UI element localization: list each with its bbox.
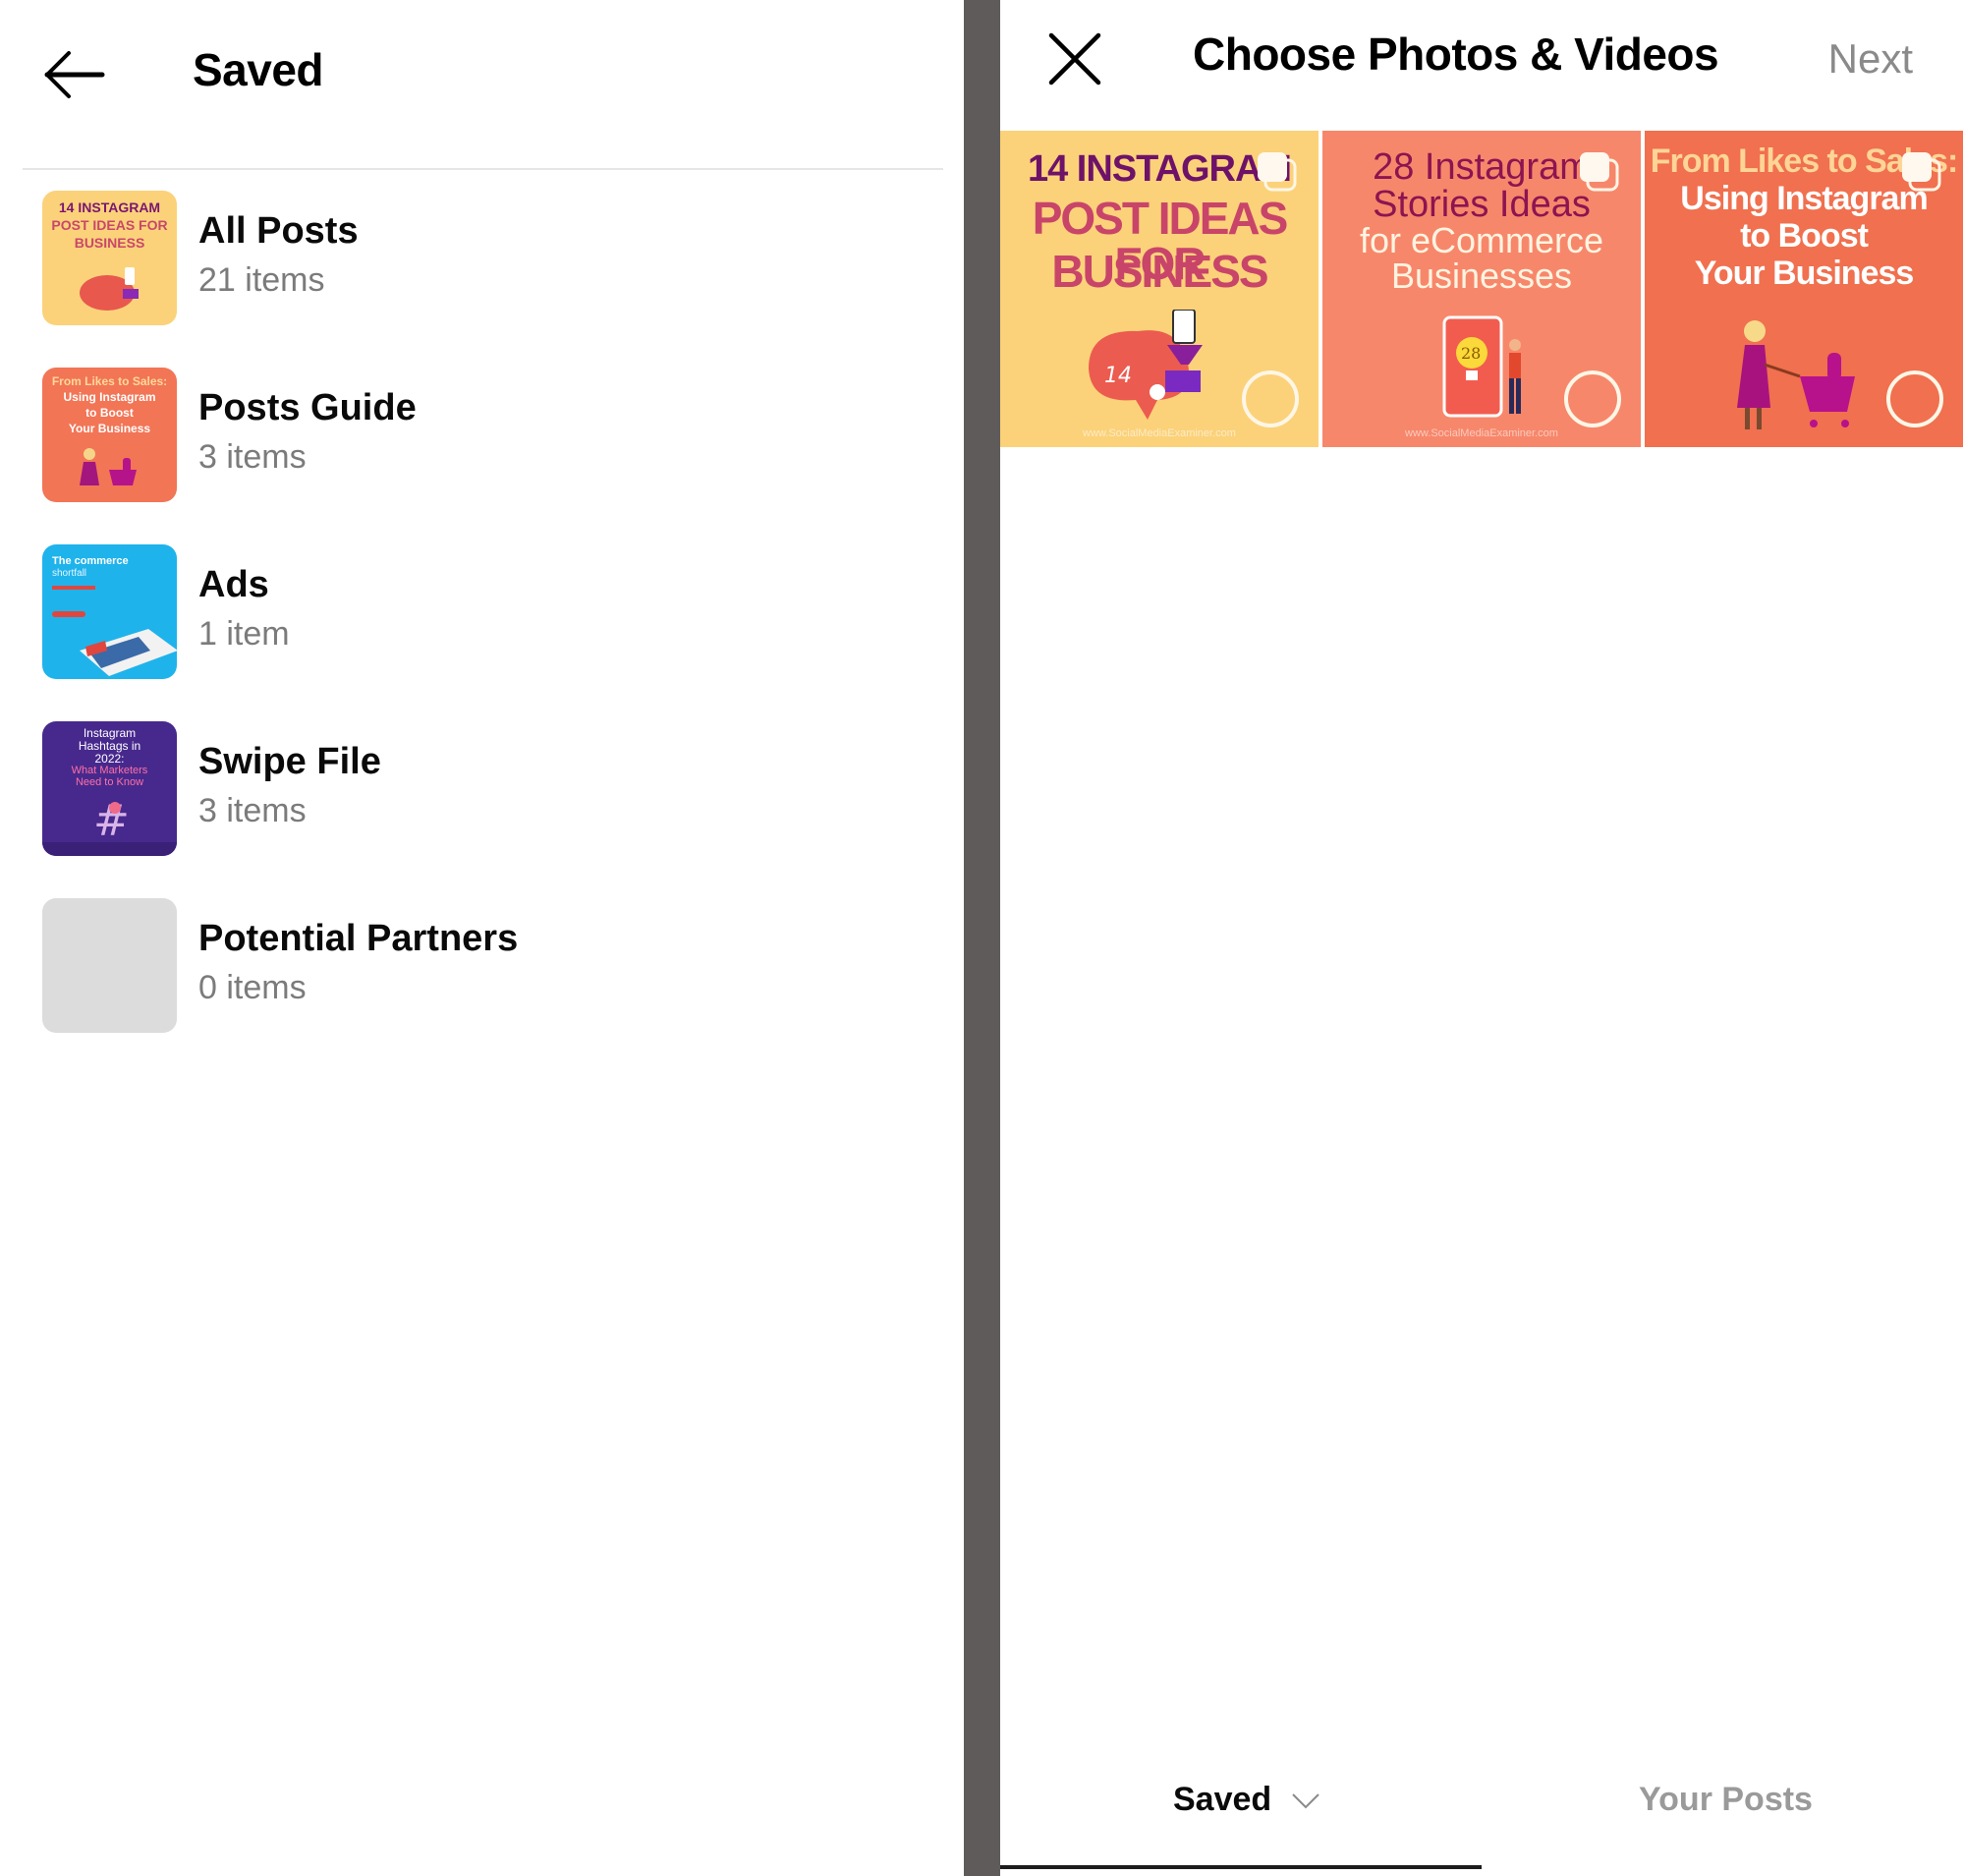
- thumb-line: Using Instagram: [63, 390, 156, 404]
- collection-count: 0 items: [198, 969, 307, 1006]
- thumb-line: 2022:: [94, 752, 125, 766]
- thumb-line: 14 INSTAGRAM: [58, 199, 161, 215]
- tile-title-line: for eCommerce: [1359, 220, 1604, 260]
- thumb-line: Your Business: [68, 422, 151, 435]
- source-tabs: Saved Your Posts: [1000, 1759, 1964, 1876]
- media-tile[interactable]: 28 Instagram Stories Ideas for eCommerce…: [1322, 131, 1641, 447]
- tile-title-line: Businesses: [1390, 256, 1573, 296]
- tab-your-posts[interactable]: Your Posts: [1639, 1781, 1813, 1819]
- tile-title-line: BUSINESS: [1051, 246, 1268, 297]
- report-illustration: [80, 629, 177, 676]
- collection-count: 1 item: [198, 615, 290, 653]
- collection-thumbnail: From Likes to Sales: Using Instagram to …: [42, 368, 177, 502]
- thumb-line: The commerce: [52, 555, 129, 567]
- phone-lightbulb-illustration: 28: [1442, 315, 1521, 418]
- header-divider: [23, 168, 943, 170]
- brain-illustration: 14: [1089, 310, 1203, 420]
- thumb-line: POST IDEAS FOR: [51, 217, 168, 233]
- shopper-cart-illustration: [1737, 320, 1855, 429]
- tile-watermark: www.SocialMediaExaminer.com: [1405, 427, 1558, 439]
- svg-text:28: 28: [1461, 344, 1481, 363]
- collection-all-posts[interactable]: 14 INSTAGRAM POST IDEAS FOR BUSINESS All…: [0, 177, 943, 325]
- thumb-footer: [42, 842, 177, 856]
- thumb-line: From Likes to Sales:: [51, 374, 168, 388]
- select-checkbox[interactable]: [1242, 370, 1299, 427]
- active-tab-indicator: [1000, 1865, 1482, 1869]
- thumb-line: Need to Know: [75, 776, 144, 788]
- select-checkbox[interactable]: [1564, 370, 1621, 427]
- thumb-line: shortfall: [52, 568, 87, 579]
- page-title: Saved: [193, 44, 324, 95]
- media-tile[interactable]: 14 INSTAGRAM POST IDEAS FOR BUSINESS 14 …: [1000, 131, 1319, 447]
- saved-header: Saved: [0, 0, 964, 169]
- carousel-icon: [1902, 152, 1941, 192]
- brain-illustration: [80, 267, 139, 311]
- arrow-left-icon: [44, 51, 105, 98]
- collection-thumbnail: Instagram Hashtags in 2022: What Markete…: [42, 721, 177, 856]
- media-tile[interactable]: From Likes to Sales: Using Instagram to …: [1645, 131, 1963, 447]
- saved-collections-panel: Saved 14 INSTAGRAM POST IDEAS FOR BUSINE…: [0, 0, 964, 1876]
- select-checkbox[interactable]: [1886, 370, 1943, 427]
- red-bar: [52, 586, 95, 590]
- tile-watermark: www.SocialMediaExaminer.com: [1083, 427, 1236, 439]
- back-button[interactable]: [43, 49, 106, 100]
- thumb-line: Hashtags in: [78, 739, 141, 753]
- hashtag-illustration: #: [93, 796, 130, 841]
- collection-swipe-file[interactable]: Instagram Hashtags in 2022: What Markete…: [0, 708, 943, 856]
- svg-text:14: 14: [1104, 364, 1132, 388]
- tab-label: Saved: [1173, 1781, 1272, 1818]
- collection-count: 3 items: [198, 792, 307, 829]
- svg-text:#: #: [93, 796, 130, 841]
- collection-name: Potential Partners: [198, 918, 519, 959]
- collection-name: Swipe File: [198, 741, 381, 782]
- panel-divider: [964, 0, 1000, 1876]
- tab-label: Your Posts: [1639, 1781, 1813, 1818]
- tile-title-line: to Boost: [1740, 217, 1869, 255]
- collection-name: Ads: [198, 564, 269, 605]
- collection-name: All Posts: [198, 210, 359, 252]
- thumb-line: What Marketers: [71, 765, 148, 776]
- next-button[interactable]: Next: [1828, 35, 1913, 83]
- choose-media-panel: Choose Photos & Videos Next 14 INSTAGRAM…: [1000, 0, 1964, 1876]
- carousel-icon: [1258, 152, 1297, 192]
- media-grid: 14 INSTAGRAM POST IDEAS FOR BUSINESS 14 …: [1000, 131, 1964, 447]
- chevron-down-icon: [1291, 1793, 1319, 1809]
- thumb-line: BUSINESS: [74, 235, 145, 251]
- collection-thumbnail-empty: [42, 898, 177, 1033]
- thumb-line: Instagram: [83, 726, 137, 740]
- collection-ads[interactable]: The commerce shortfall Ads 1 item: [0, 531, 943, 679]
- collection-potential-partners[interactable]: Potential Partners 0 items: [0, 884, 943, 1033]
- collection-posts-guide[interactable]: From Likes to Sales: Using Instagram to …: [0, 354, 943, 502]
- dialog-title: Choose Photos & Videos: [1193, 28, 1719, 80]
- shopper-illustration: [80, 448, 137, 485]
- thumb-line: to Boost: [85, 406, 134, 420]
- cta-pill: [52, 611, 85, 617]
- close-icon: [1048, 32, 1101, 85]
- tab-saved[interactable]: Saved: [1173, 1781, 1320, 1819]
- collection-name: Posts Guide: [198, 387, 417, 428]
- collection-thumbnail: The commerce shortfall: [42, 544, 177, 679]
- carousel-icon: [1580, 152, 1619, 192]
- collection-count: 21 items: [198, 261, 325, 299]
- tile-title-line: Your Business: [1694, 255, 1915, 292]
- close-button[interactable]: [1047, 31, 1102, 86]
- collection-count: 3 items: [198, 438, 307, 476]
- collection-thumbnail: 14 INSTAGRAM POST IDEAS FOR BUSINESS: [42, 191, 177, 325]
